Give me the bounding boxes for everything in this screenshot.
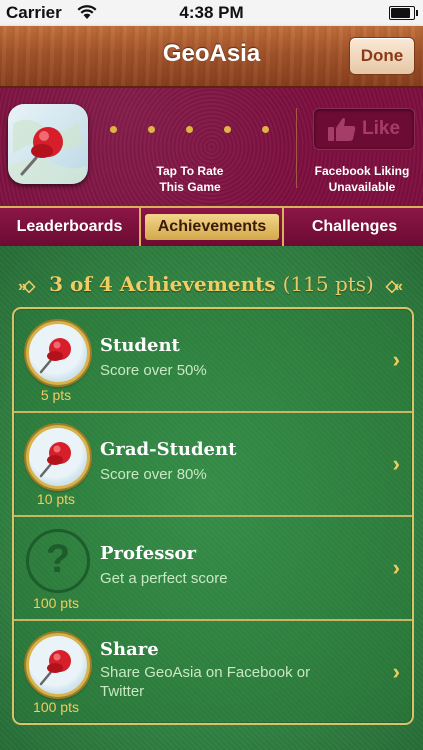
rating-dot-icon: [262, 126, 269, 133]
rating-dot-icon: [224, 126, 231, 133]
navbar: GeoAsia Done: [0, 26, 423, 88]
chevron-right-icon: ›: [392, 659, 400, 684]
achievement-title: Professor: [100, 543, 196, 564]
pushpin-badge-icon: [26, 321, 90, 385]
question-mark-icon: ?: [26, 529, 90, 593]
rating-dot-icon: [186, 126, 193, 133]
rating-dot-icon: [148, 126, 155, 133]
tab-leaderboards[interactable]: Leaderboards: [0, 208, 139, 246]
achievement-points: 100 pts: [33, 595, 79, 611]
tab-challenges[interactable]: Challenges: [282, 208, 423, 246]
achievement-title: Share: [100, 639, 159, 660]
achievement-row[interactable]: 10 pts Grad-Student Score over 80% ›: [14, 413, 412, 517]
achievements-list: 5 pts Student Score over 50% › 10 pts Gr…: [12, 307, 414, 725]
achievement-points: 10 pts: [36, 491, 76, 507]
achievement-title: Student: [100, 335, 180, 356]
clock: 4:38 PM: [179, 3, 244, 22]
heading-chevron-right-icon: ◇«: [385, 278, 403, 295]
pushpin-badge-icon: [26, 425, 90, 489]
achievement-points: 5 pts: [40, 387, 72, 403]
achievement-description: Score over 50%: [100, 362, 207, 379]
achievement-row[interactable]: ? 100 pts Professor Get a perfect score …: [14, 517, 412, 621]
achievements-heading: 3 of 4 Achievements (115 pts): [0, 272, 423, 296]
rate-game-label[interactable]: Tap To Rate This Game: [130, 163, 250, 195]
done-button[interactable]: Done: [349, 37, 415, 75]
tab-bar: Leaderboards Achievements Challenges: [0, 206, 423, 248]
facebook-status: Facebook Liking Unavailable: [314, 164, 410, 194]
header-divider: [296, 108, 297, 188]
battery-icon: [389, 6, 418, 20]
achievement-description: Share GeoAsia on Facebook or Twitter: [100, 664, 311, 700]
tab-achievements-cell: Achievements: [139, 208, 283, 246]
achievement-description: Get a perfect score: [100, 570, 228, 587]
chevron-right-icon: ›: [392, 347, 400, 372]
pushpin-badge-icon: [26, 633, 90, 697]
achievement-title: Grad-Student: [100, 439, 237, 460]
achievement-row[interactable]: 100 pts Share Share GeoAsia on Facebook …: [14, 621, 412, 723]
achievement-description: Score over 80%: [100, 466, 207, 483]
thumbs-up-icon: [326, 115, 358, 148]
chevron-right-icon: ›: [392, 555, 400, 580]
app-icon: [8, 104, 88, 184]
rating-dot-icon: [110, 126, 117, 133]
status-bar: Carrier 4:38 PM: [0, 0, 423, 26]
achievements-count: 3 of 4 Achievements: [49, 272, 276, 296]
achievements-points: (115 pts): [282, 272, 374, 296]
achievement-points: 100 pts: [33, 699, 79, 715]
chevron-right-icon: ›: [392, 451, 400, 476]
achievement-row[interactable]: 5 pts Student Score over 50% ›: [14, 309, 412, 413]
like-label: Like: [362, 118, 401, 139]
facebook-like-button[interactable]: Like: [313, 108, 415, 150]
tab-achievements[interactable]: Achievements: [145, 214, 279, 240]
